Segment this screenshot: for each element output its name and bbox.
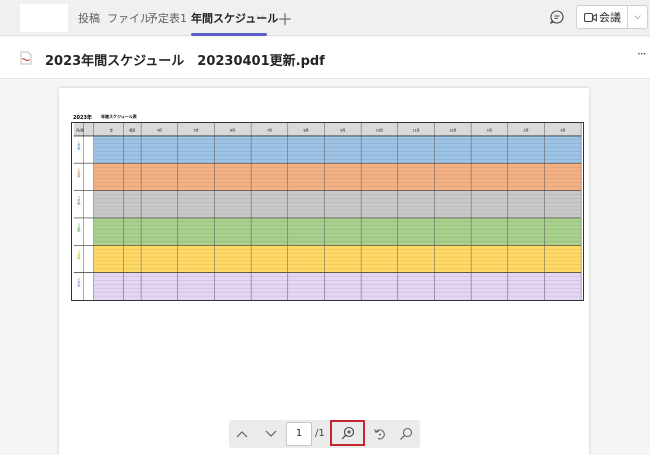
pdf-file-icon [20, 51, 32, 65]
meet-dropdown-button[interactable]: ⌵ [628, 5, 648, 29]
table-header-cell: 1月 [487, 128, 492, 132]
rotate-icon [374, 429, 385, 440]
band-label: ４学期 [77, 223, 81, 233]
pdf-viewer[interactable]: 2023年 年間スケジュール表 月/週年項目 4月 5月 6月 7月 8月 9月 10月 11月… [0, 80, 650, 455]
table-header-cell: 3月 [560, 128, 565, 132]
pdf-page: 2023年 年間スケジュール表 月/週年項目 4月 5月 6月 7月 8月 9月 10月 11月… [59, 88, 589, 455]
table-header-cell: 月/週 [76, 127, 84, 132]
table-header-cell: 年 [110, 127, 113, 132]
chevron-up-icon [236, 431, 248, 438]
pdf-pager: 1 /1 [229, 420, 420, 448]
file-title: 2023年間スケジュール 20230401更新.pdf [45, 54, 325, 69]
table-header-cell: 項目 [129, 127, 135, 132]
meet-button-label: 会議 [599, 11, 621, 24]
video-camera-icon [584, 12, 597, 23]
rotate-button[interactable] [367, 420, 393, 448]
active-tab-indicator [191, 33, 267, 36]
table-header-row [73, 123, 582, 136]
band-label: ２学期 [77, 168, 81, 178]
band-label: ６学期 [77, 277, 81, 287]
document-subtitle: 年間スケジュール表 [101, 114, 137, 119]
page-total: /1 [315, 428, 325, 439]
table-header-cell: 7月 [267, 128, 272, 132]
tab-files[interactable]: ファイル [107, 10, 151, 26]
table-header-cell: 6月 [230, 128, 235, 132]
band-label: ５学期 [77, 250, 81, 260]
table-header-cell: 8月 [304, 128, 309, 132]
table-header-cell: 10月 [376, 128, 383, 132]
schedule-table: 月/週 年 項目 4月 5月 6月 7月 8月 9月 10月 11月 12月 1月 2月 3月 １学期 ２学期 ３… [71, 122, 584, 301]
channel-tab-bar: 投稿 ファイル 予定表1 年間スケジュール ⌵ ＋ 会議 ⌵ [0, 0, 650, 36]
chevron-down-icon [265, 430, 277, 437]
chevron-down-icon: ⌵ [634, 12, 641, 22]
team-logo-placeholder [20, 4, 68, 32]
chevron-down-icon[interactable]: ⌵ [257, 12, 264, 22]
previous-page-button[interactable] [229, 420, 255, 448]
file-header: 2023年間スケジュール 20230401更新.pdf ··· [0, 37, 650, 79]
zoom-in-icon [341, 426, 354, 440]
zoom-in-button[interactable] [330, 420, 365, 446]
table-header-cell: 9月 [340, 128, 345, 132]
tab-posts[interactable]: 投稿 [78, 10, 100, 26]
band-label: ３学期 [77, 195, 81, 205]
add-tab-icon[interactable]: ＋ [277, 6, 293, 30]
search-icon [400, 427, 413, 440]
tab-annual-schedule[interactable]: 年間スケジュール [191, 10, 278, 26]
band-label: １学期 [77, 141, 81, 151]
chat-icon[interactable] [549, 9, 565, 25]
document-year: 2023年 [73, 115, 92, 121]
meet-button[interactable]: 会議 [576, 5, 628, 29]
more-options-icon[interactable]: ··· [637, 47, 647, 61]
table-header-cell: 11月 [413, 128, 420, 132]
next-page-button[interactable] [258, 420, 284, 448]
table-header-cell: 5月 [194, 128, 199, 132]
page-number-input[interactable]: 1 [286, 422, 312, 446]
table-header-cell: 12月 [449, 128, 456, 132]
table-header-cell: 4月 [157, 128, 162, 132]
table-header-cell: 2月 [524, 128, 529, 132]
tab-calendar[interactable]: 予定表1 [147, 10, 187, 26]
search-button[interactable] [393, 420, 419, 448]
